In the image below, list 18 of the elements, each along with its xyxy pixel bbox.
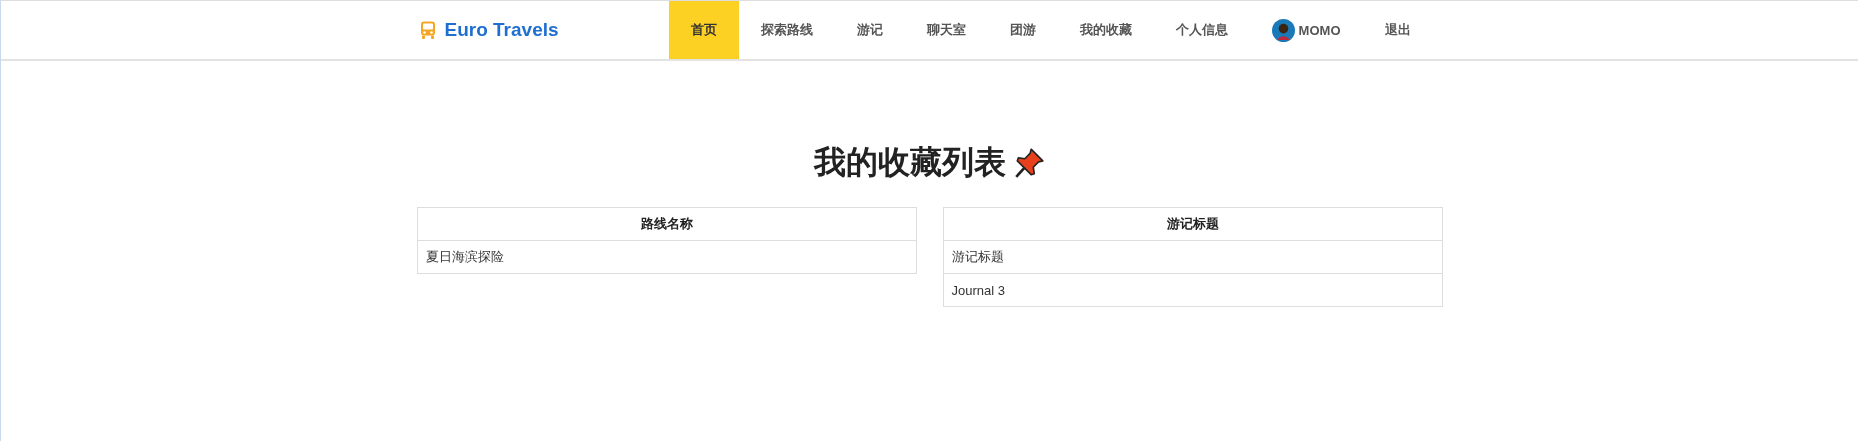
- page-heading: 我的收藏列表: [813, 143, 1006, 182]
- table-cell: Journal 3: [943, 273, 1442, 307]
- nav-link[interactable]: 探索路线: [738, 1, 835, 59]
- column-header: 路线名称: [417, 207, 916, 241]
- avatar-icon: [1271, 18, 1295, 42]
- user-menu-link[interactable]: MOMO: [1249, 1, 1363, 59]
- brand-link[interactable]: Euro Travels: [419, 1, 559, 59]
- column-header: 游记标题: [943, 207, 1442, 241]
- nav-link[interactable]: 游记: [834, 1, 905, 59]
- nav-link[interactable]: 首页: [668, 1, 739, 59]
- nav-link[interactable]: 聊天室: [904, 1, 988, 59]
- table-cell: 游记标题: [943, 240, 1442, 274]
- nav-link[interactable]: 个人信息: [1153, 1, 1250, 59]
- bus-icon: [419, 20, 436, 40]
- table-cell: 夏日海滨探险: [417, 240, 916, 274]
- nav-link[interactable]: 我的收藏: [1057, 1, 1154, 59]
- nav-link[interactable]: 团游: [987, 1, 1058, 59]
- nav-link[interactable]: 退出: [1362, 1, 1433, 59]
